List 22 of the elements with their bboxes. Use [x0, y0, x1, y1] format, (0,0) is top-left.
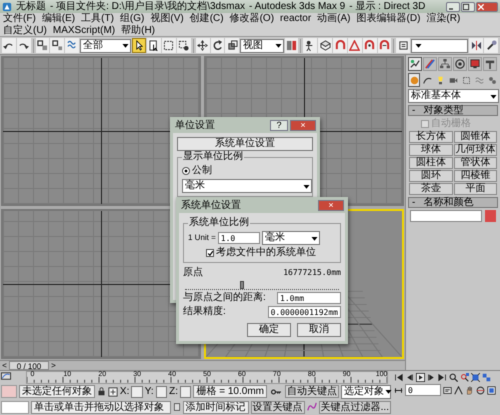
selection-status: 未选定任何对象	[18, 385, 95, 398]
group-label: 系统单位比例	[188, 217, 250, 229]
dialog-title: 单位设置	[175, 120, 215, 132]
project-folder-text: - 项目文件夹: D:\用户目录\我的文档\3dsmax	[50, 0, 246, 12]
origin-label: 原点	[183, 267, 203, 279]
unit-label: 1 Unit =	[188, 233, 216, 243]
window-title: 无标题	[16, 0, 46, 12]
checkbox-label: 自动栅格	[431, 118, 471, 130]
precision-label: 结果精度:	[183, 306, 227, 318]
group-label: 显示单位比例	[182, 151, 244, 163]
grid-size-status: 栅格 = 10.0mm	[193, 385, 267, 398]
coordinate-label: Z:	[169, 386, 178, 398]
checkbox-label: 考虑文件中的系统单位	[216, 247, 316, 259]
display-driver-text: - 显示 : Direct 3D	[349, 0, 426, 12]
app-name-text: - Autodesk 3ds Max 9	[249, 0, 346, 12]
dialog-title: 系统单位设置	[181, 200, 241, 212]
coordinate-label: Y:	[144, 386, 154, 398]
distance-label: 与原点之间的距离:	[183, 292, 267, 304]
prompt-text: 单击或单击并拖动以选择对象	[30, 400, 171, 414]
origin-value: 16777215.0mm	[283, 268, 341, 278]
coordinate-label: X:	[120, 386, 130, 398]
radio-label: 公制	[192, 165, 212, 177]
